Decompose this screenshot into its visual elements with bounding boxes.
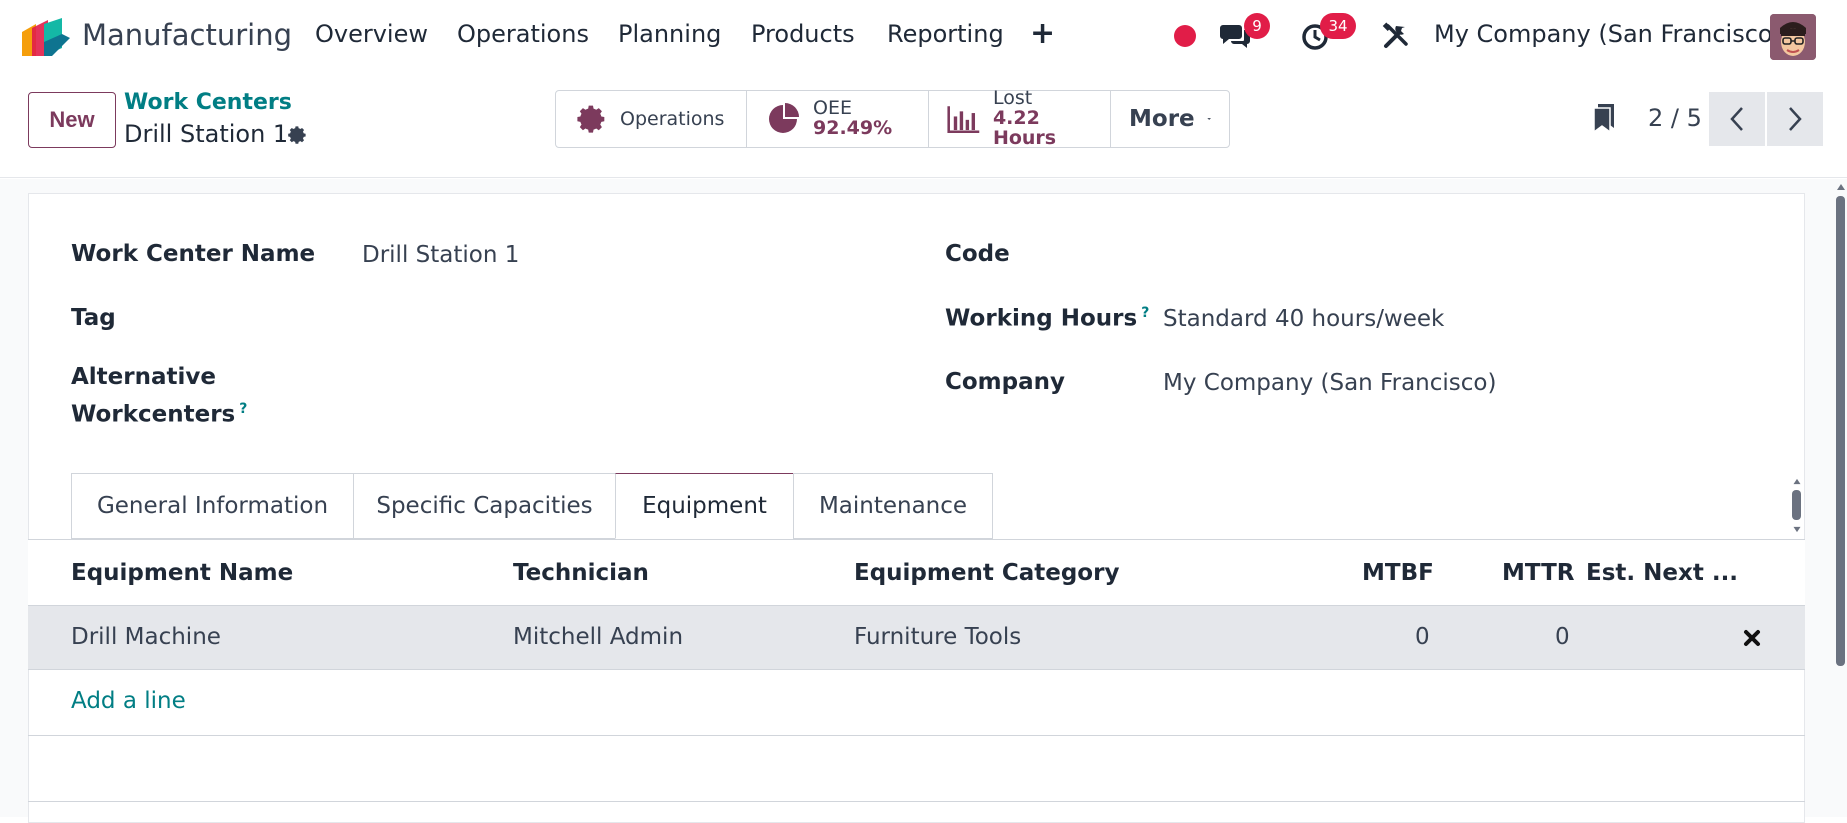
column-equipment-name[interactable]: Equipment Name (71, 560, 293, 586)
working-hours-label: Working Hours? (945, 305, 1149, 332)
column-mtbf[interactable]: MTBF (1362, 560, 1434, 586)
manufacturing-app-icon[interactable] (22, 18, 70, 56)
alternative-workcenters-label-line2: Workcenters? (71, 401, 247, 428)
activities-badge: 34 (1320, 13, 1356, 39)
lost-smart-button[interactable]: Lost 4.22 Hours (929, 87, 1111, 149)
operations-label: Operations (620, 108, 725, 130)
cell-equipment-name[interactable]: Drill Machine (71, 624, 221, 650)
add-menu-icon[interactable]: + (1030, 16, 1055, 51)
tag-label: Tag (71, 305, 116, 331)
alternative-workcenters-label-line1: Alternative (71, 364, 216, 390)
company-switcher[interactable]: My Company (San Francisco) (1434, 20, 1782, 48)
pager-previous-button[interactable] (1709, 92, 1765, 146)
new-button[interactable]: New (28, 92, 116, 148)
tab-general-information[interactable]: General Information (71, 473, 353, 539)
cell-equipment-category[interactable]: Furniture Tools (854, 624, 1021, 650)
scroll-down-icon[interactable] (1793, 526, 1801, 533)
alternative-workcenters-label-text: Workcenters (71, 401, 236, 428)
table-divider (28, 801, 1805, 802)
cell-mtbf[interactable]: 0 (1415, 624, 1430, 650)
top-navbar: Manufacturing Overview Operations Planni… (0, 0, 1847, 72)
bar-chart-icon (947, 106, 980, 134)
oee-label: OEE (813, 97, 852, 120)
tab-specific-capacities[interactable]: Specific Capacities (353, 473, 615, 539)
column-equipment-category[interactable]: Equipment Category (854, 560, 1119, 586)
chevron-left-icon (1730, 107, 1743, 131)
lost-label: Lost (992, 87, 1033, 110)
remove-row-icon[interactable] (1743, 629, 1761, 647)
help-tooltip-icon[interactable]: ? (239, 401, 247, 417)
breadcrumb-work-centers[interactable]: Work Centers (124, 90, 292, 115)
working-hours-label-text: Working Hours (945, 305, 1138, 332)
alternative-workcenters-field[interactable] (362, 380, 882, 410)
app-name[interactable]: Manufacturing (82, 18, 292, 52)
code-field[interactable] (1163, 241, 1683, 271)
breadcrumb-current-record: Drill Station 1 (124, 120, 289, 148)
work-center-name-field[interactable]: Drill Station 1 (362, 242, 519, 268)
caret-down-icon (1206, 118, 1211, 120)
scroll-up-icon[interactable] (1793, 478, 1801, 485)
more-label: More (1129, 106, 1195, 132)
scroll-up-icon[interactable] (1837, 183, 1845, 191)
work-center-name-label: Work Center Name (71, 241, 316, 267)
record-status-icon[interactable] (1174, 25, 1196, 47)
tab-maintenance[interactable]: Maintenance (793, 473, 993, 539)
oee-smart-button[interactable]: OEE 92.49% (747, 91, 929, 147)
user-avatar[interactable] (1770, 14, 1816, 60)
notebook-tabs: General Information Specific Capacities … (71, 473, 993, 539)
gear-icon (577, 105, 605, 133)
more-dropdown-button[interactable]: More (1111, 91, 1229, 147)
pager-next-button[interactable] (1767, 92, 1823, 146)
add-line-link[interactable]: Add a line (71, 688, 186, 714)
tag-field[interactable] (362, 305, 882, 335)
page-scrollbar[interactable] (1836, 196, 1845, 666)
gear-icon[interactable] (286, 124, 308, 146)
menu-products[interactable]: Products (751, 20, 855, 48)
cell-technician[interactable]: Mitchell Admin (513, 624, 683, 650)
table-divider (28, 735, 1805, 736)
lost-value: 4.22 Hours (992, 107, 1057, 149)
menu-operations[interactable]: Operations (457, 20, 589, 48)
oee-value: 92.49% (813, 117, 893, 139)
company-field[interactable]: My Company (San Francisco) (1163, 370, 1496, 396)
tab-equipment[interactable]: Equipment (615, 473, 793, 539)
pager-value[interactable]: 2 / 5 (1648, 104, 1702, 132)
smart-buttons: Operations OEE 92.49% Lost 4.22 Hours Mo… (555, 87, 1230, 149)
messages-badge: 9 (1244, 13, 1270, 39)
cell-mttr[interactable]: 0 (1555, 624, 1570, 650)
bookmark-icon[interactable] (1592, 102, 1616, 132)
column-mttr[interactable]: MTTR (1502, 560, 1575, 586)
debug-tools-icon[interactable] (1382, 22, 1410, 50)
column-est-next[interactable]: Est. Next ... (1586, 560, 1738, 586)
control-panel: New Work Centers Drill Station 1 Operati… (0, 72, 1847, 178)
tabs-scrollbar[interactable] (1792, 490, 1801, 520)
table-row[interactable]: Drill Machine Mitchell Admin Furniture T… (28, 606, 1805, 670)
pie-chart-icon (769, 103, 799, 133)
help-tooltip-icon[interactable]: ? (1141, 305, 1149, 321)
equipment-table-header: Equipment Name Technician Equipment Cate… (28, 539, 1805, 606)
column-technician[interactable]: Technician (513, 560, 649, 586)
operations-smart-button[interactable]: Operations (556, 91, 747, 147)
company-label: Company (945, 369, 1065, 395)
working-hours-field[interactable]: Standard 40 hours/week (1163, 306, 1444, 332)
menu-overview[interactable]: Overview (315, 20, 428, 48)
code-label: Code (945, 241, 1010, 267)
menu-reporting[interactable]: Reporting (887, 20, 1004, 48)
menu-planning[interactable]: Planning (618, 20, 721, 48)
chevron-right-icon (1789, 107, 1802, 131)
